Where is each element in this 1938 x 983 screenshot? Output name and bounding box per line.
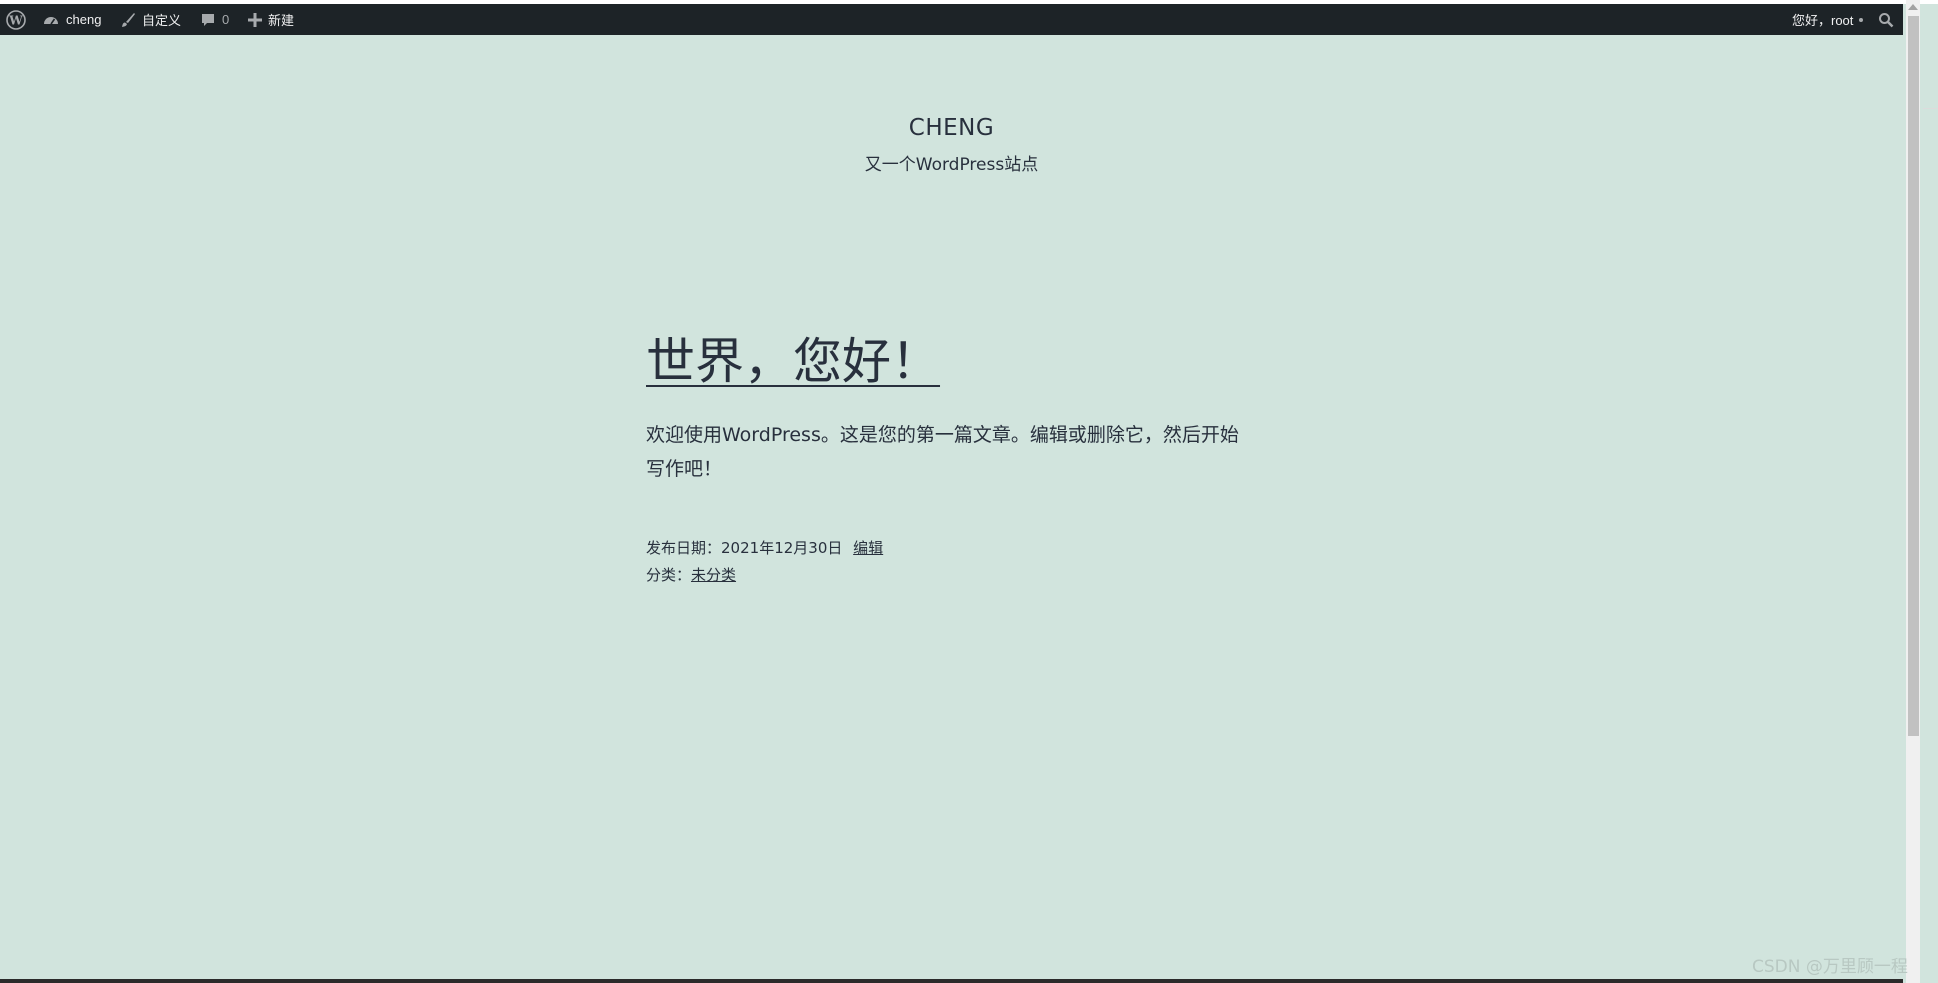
comments-count: 0 [222, 12, 230, 27]
plus-icon [248, 12, 262, 27]
wp-logo-menu[interactable]: W [6, 4, 26, 35]
post-excerpt: 欢迎使用WordPress。这是您的第一篇文章。编辑或删除它，然后开始写作吧！ [646, 424, 1239, 480]
new-content-menu[interactable]: 新建 [248, 4, 294, 35]
post-category-meta: 分类：未分类 [646, 564, 736, 585]
date-label: 发布日期： [646, 539, 722, 557]
new-label: 新建 [268, 13, 295, 28]
comments-menu[interactable]: 0 [200, 4, 229, 35]
post-date-meta: 发布日期：2021年12月30日 编辑 [646, 537, 883, 558]
admin-search[interactable] [1878, 4, 1894, 35]
bottom-edge-bar [0, 979, 1903, 983]
avatar [1859, 17, 1864, 22]
watermark: CSDN @万里顾一程 [1752, 957, 1908, 977]
site-title[interactable]: CHENG [0, 115, 1903, 141]
greeting-label: 您好，root [1792, 13, 1854, 28]
scrollbar-thumb[interactable] [1908, 16, 1919, 736]
admin-bar: W cheng 自定义 0 新建 您好，root [0, 4, 1903, 35]
category-link[interactable]: 未分类 [691, 566, 736, 584]
svg-text:W: W [8, 13, 23, 27]
site-name-label: cheng [66, 12, 102, 27]
comment-bubble-icon [200, 12, 216, 28]
page-content [0, 35, 1903, 979]
wordpress-logo-icon: W [6, 9, 26, 30]
category-label: 分类： [646, 566, 692, 584]
dashboard-icon [42, 11, 60, 29]
my-account-menu[interactable]: 您好，root [1792, 4, 1864, 35]
paintbrush-icon [120, 12, 136, 28]
post-title-link[interactable]: 世界，您好！ [646, 322, 940, 393]
right-edge-divider [1923, 108, 1938, 109]
date-value: 2021年12月30日 [721, 539, 843, 557]
customize-menu[interactable]: 自定义 [120, 4, 181, 35]
edit-post-link[interactable]: 编辑 [853, 539, 883, 557]
customize-label: 自定义 [142, 13, 182, 28]
site-tagline: 又一个WordPress站点 [864, 155, 1039, 175]
scroll-up-arrow-icon[interactable] [1908, 4, 1918, 10]
search-icon [1878, 12, 1894, 28]
site-name-menu[interactable]: cheng [42, 4, 101, 35]
